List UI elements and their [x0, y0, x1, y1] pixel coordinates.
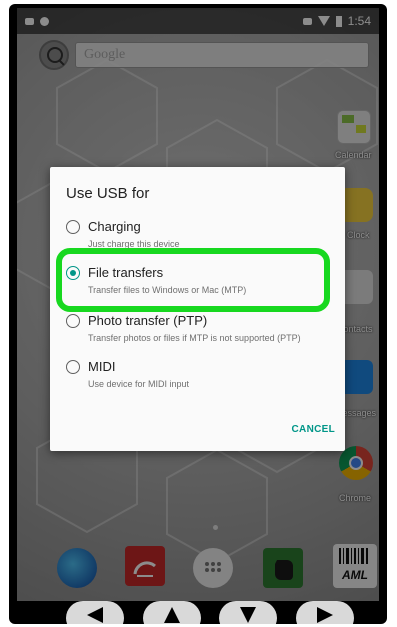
left-arrow-key[interactable]: [66, 601, 124, 624]
radio-photo-transfer[interactable]: [66, 314, 80, 328]
arrow-up-icon: [164, 607, 180, 623]
option-photo-transfer[interactable]: Photo transfer (PTP) Transfer photos or …: [66, 313, 341, 347]
arrow-left-icon: [87, 607, 103, 623]
radio-midi[interactable]: [66, 360, 80, 374]
option-photo-transfer-label: Photo transfer (PTP): [88, 313, 208, 328]
option-charging-label: Charging: [88, 219, 141, 234]
option-midi[interactable]: MIDI Use device for MIDI input: [66, 359, 341, 393]
radio-charging[interactable]: [66, 220, 80, 234]
up-arrow-key[interactable]: [143, 601, 201, 624]
option-charging[interactable]: Charging Just charge this device: [66, 219, 341, 249]
navigation-keys: [9, 601, 387, 624]
dialog-title: Use USB for: [66, 185, 150, 202]
right-arrow-key[interactable]: [296, 601, 354, 624]
cancel-button[interactable]: CANCEL: [292, 424, 335, 435]
option-midi-description: Use device for MIDI input: [88, 379, 190, 389]
highlight-annotation: [56, 248, 330, 312]
option-photo-transfer-description: Transfer photos or files if MTP is not s…: [88, 333, 301, 343]
arrow-down-icon: [240, 607, 256, 623]
down-arrow-key[interactable]: [219, 601, 277, 624]
option-midi-label: MIDI: [88, 359, 116, 374]
arrow-right-icon: [317, 607, 333, 623]
